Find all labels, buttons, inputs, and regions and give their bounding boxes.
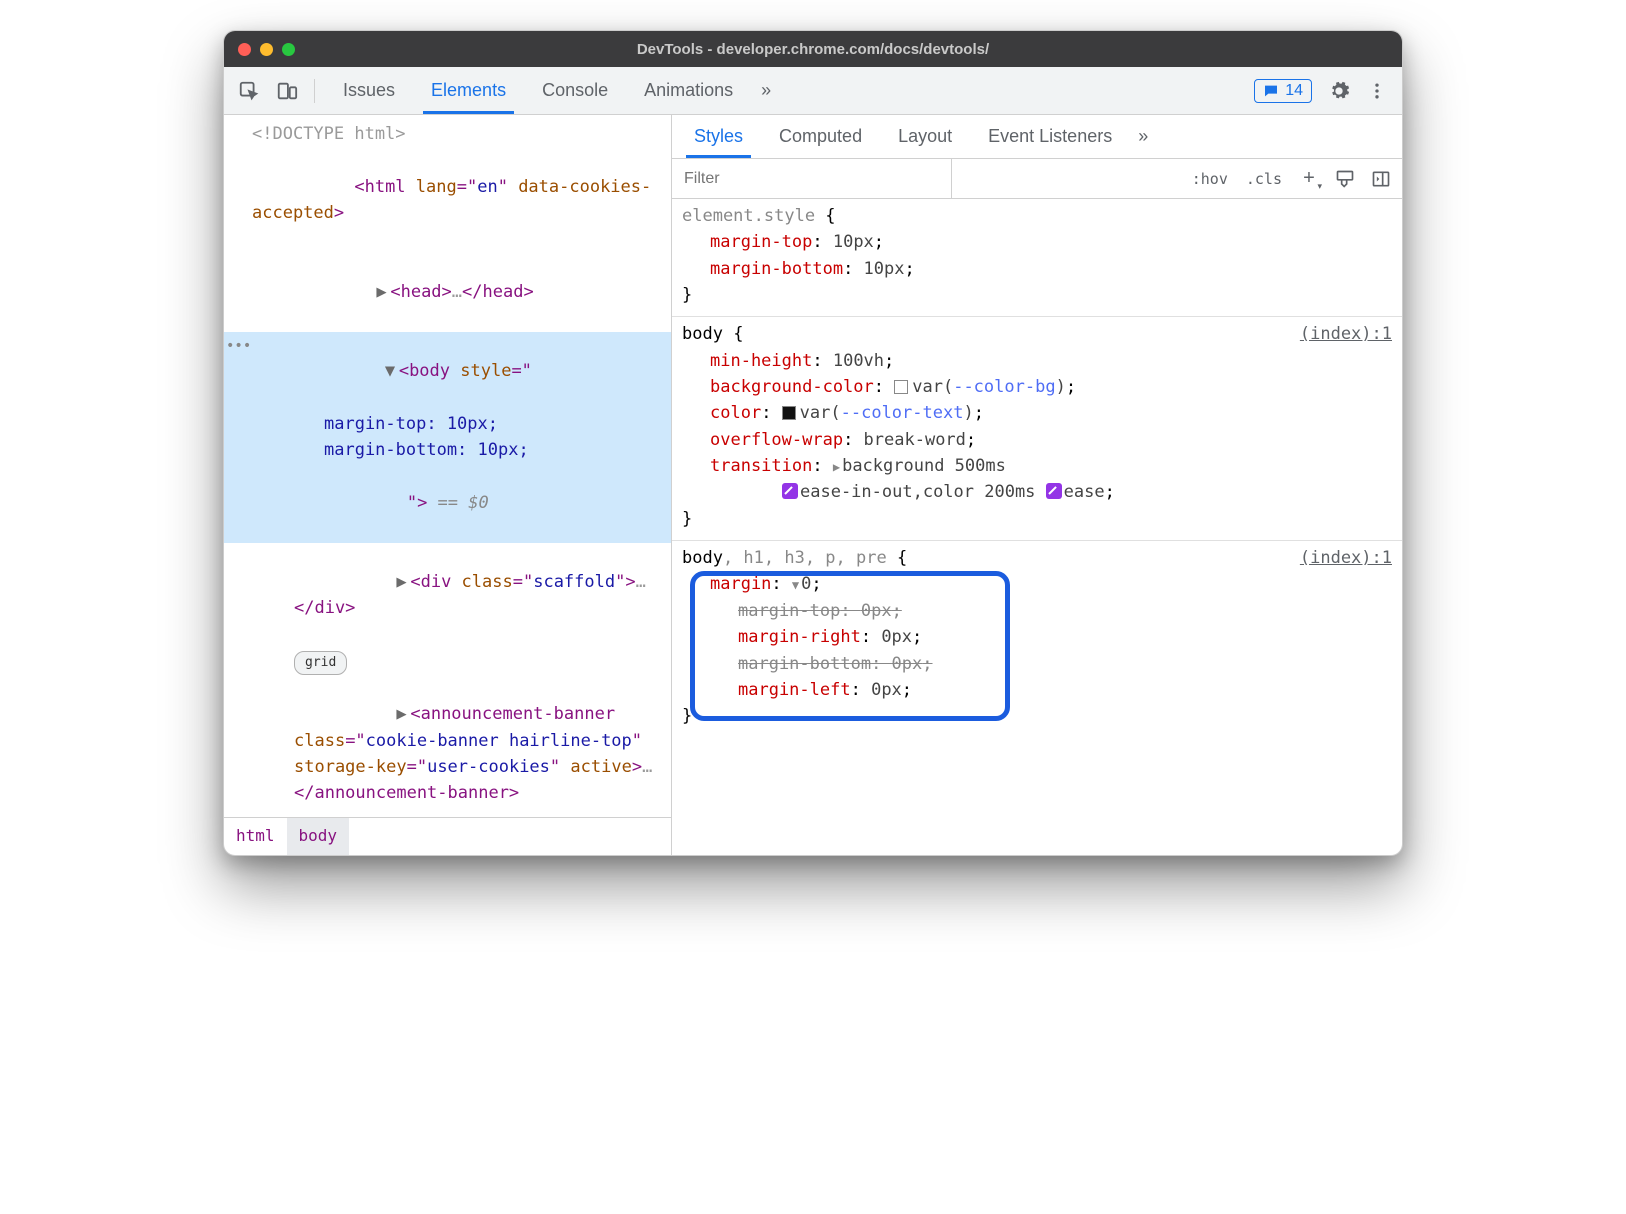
main-toolbar: Issues Elements Console Animations » 14 [224, 67, 1402, 115]
titlebar: DevTools - developer.chrome.com/docs/dev… [224, 31, 1402, 67]
messages-badge[interactable]: 14 [1254, 79, 1312, 103]
subtabs-overflow-icon[interactable]: » [1130, 115, 1156, 158]
rule-reset-margin[interactable]: body, h1, h3, p, pre { (index):1 margin:… [672, 541, 1402, 737]
breadcrumb-body[interactable]: body [287, 818, 350, 855]
kebab-icon[interactable] [1360, 74, 1394, 108]
gear-icon[interactable] [1322, 74, 1356, 108]
dom-announcement-banner[interactable]: ▶<announcement-banner class="cookie-bann… [224, 675, 671, 817]
styles-rules: element.style { margin-top: 10px; margin… [672, 199, 1402, 855]
devtools-window: DevTools - developer.chrome.com/docs/dev… [223, 30, 1403, 856]
sidebar-tabs: Styles Computed Layout Event Listeners » [672, 115, 1402, 159]
messages-count: 14 [1285, 82, 1303, 100]
tab-console[interactable]: Console [524, 67, 626, 114]
main-tabs: Issues Elements Console Animations » [325, 67, 781, 114]
hov-toggle[interactable]: :hov [1186, 166, 1234, 192]
rule-body[interactable]: body { (index):1 min-height: 100vh; back… [672, 317, 1402, 541]
easing-icon[interactable] [782, 483, 798, 499]
subtab-computed[interactable]: Computed [761, 115, 880, 158]
subtab-layout[interactable]: Layout [880, 115, 970, 158]
color-swatch-icon[interactable] [782, 406, 796, 420]
dom-tree[interactable]: <!DOCTYPE html> <html lang="en" data-coo… [224, 115, 671, 817]
tab-elements[interactable]: Elements [413, 67, 524, 114]
grid-badge[interactable]: grid [224, 648, 671, 675]
paint-brush-icon[interactable] [1330, 164, 1360, 194]
subtab-styles[interactable]: Styles [676, 115, 761, 158]
dom-doctype[interactable]: <!DOCTYPE html> [224, 121, 671, 147]
source-link[interactable]: (index):1 [1300, 545, 1392, 571]
styles-filter-bar: :hov .cls +▾ [672, 159, 1402, 199]
dom-div-scaffold[interactable]: ▶<div class="scaffold">…</div> [224, 543, 671, 648]
window-title: DevTools - developer.chrome.com/docs/dev… [224, 41, 1402, 58]
toolbar-divider [314, 79, 315, 103]
easing-icon[interactable] [1046, 483, 1062, 499]
source-link[interactable]: (index):1 [1300, 321, 1392, 347]
dom-body-selected[interactable]: ••• ▼<body style=" margin-top: 10px; mar… [224, 332, 671, 543]
toggle-sidebar-icon[interactable] [1366, 164, 1396, 194]
styles-filter-input[interactable] [672, 159, 952, 198]
tab-issues[interactable]: Issues [325, 67, 413, 114]
subtab-event-listeners[interactable]: Event Listeners [970, 115, 1130, 158]
breadcrumb: html body [224, 817, 671, 855]
dom-head[interactable]: ▶<head>…</head> [224, 253, 671, 332]
breadcrumb-html[interactable]: html [224, 818, 287, 855]
new-style-rule-icon[interactable]: +▾ [1294, 164, 1324, 194]
cls-toggle[interactable]: .cls [1240, 166, 1288, 192]
inspect-icon[interactable] [232, 74, 266, 108]
device-toggle-icon[interactable] [270, 74, 304, 108]
dom-html-open[interactable]: <html lang="en" data-cookies-accepted> [224, 147, 671, 252]
elements-panel: <!DOCTYPE html> <html lang="en" data-coo… [224, 115, 672, 855]
styles-panel: Styles Computed Layout Event Listeners »… [672, 115, 1402, 855]
rule-element-style[interactable]: element.style { margin-top: 10px; margin… [672, 199, 1402, 317]
color-swatch-icon[interactable] [894, 380, 908, 394]
tabs-overflow-icon[interactable]: » [751, 67, 781, 114]
tab-animations[interactable]: Animations [626, 67, 751, 114]
